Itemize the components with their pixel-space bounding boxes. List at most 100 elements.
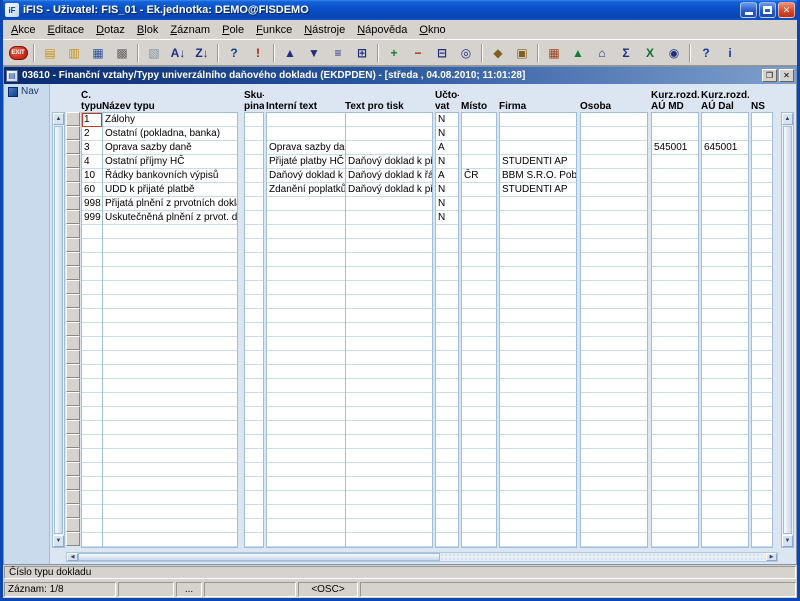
cell-skupina[interactable] [245,197,263,211]
cell-uctovat[interactable] [436,505,458,519]
cell-ns[interactable] [752,211,772,225]
cell-misto[interactable] [462,407,496,421]
cell-misto[interactable] [462,197,496,211]
cell-kurz_dal[interactable] [702,435,748,449]
cell-osoba[interactable] [581,435,647,449]
cell-firma[interactable] [500,323,576,337]
record-scroll-thumb[interactable] [54,126,63,534]
cell-osoba[interactable] [581,365,647,379]
cell-tisk[interactable] [346,281,432,295]
cell-typ[interactable]: 998 [82,197,102,211]
cell-misto[interactable] [462,533,496,547]
cell-uctovat[interactable] [436,379,458,393]
cell-kurz_dal[interactable] [702,225,748,239]
cell-skupina[interactable] [245,295,263,309]
cell-tisk[interactable]: Daňový doklad k přijatý [346,183,432,197]
cell-uctovat[interactable] [436,449,458,463]
cell-firma[interactable] [500,463,576,477]
cell-ns[interactable] [752,519,772,533]
record-selector[interactable] [66,266,80,280]
cell-skupina[interactable] [245,127,263,141]
cell-kurz_dal[interactable] [702,463,748,477]
cell-tisk[interactable] [346,407,432,421]
cell-kurz_dal[interactable] [702,197,748,211]
cell-uctovat[interactable] [436,253,458,267]
cell-nazev[interactable] [103,323,237,337]
record-selector[interactable] [66,196,80,210]
cell-tisk[interactable] [346,533,432,547]
cell-misto[interactable]: ČR [462,169,496,183]
cell-misto[interactable] [462,393,496,407]
record-selector[interactable] [66,224,80,238]
cell-uctovat[interactable] [436,533,458,547]
record-selector[interactable] [66,322,80,336]
cell-uctovat[interactable] [436,225,458,239]
cell-skupina[interactable] [245,491,263,505]
cell-ns[interactable] [752,533,772,547]
insert-record-button[interactable]: + [383,42,405,64]
cell-kurz_dal[interactable] [702,295,748,309]
cell-nazev[interactable] [103,239,237,253]
cell-tisk[interactable] [346,323,432,337]
hscroll-track[interactable] [440,553,766,561]
cell-firma[interactable]: STUDENTI AP [500,155,576,169]
cell-uctovat[interactable]: N [436,197,458,211]
cell-misto[interactable] [462,323,496,337]
cell-skupina[interactable] [245,393,263,407]
cell-ns[interactable] [752,281,772,295]
scroll-down-button[interactable]: ▼ [782,535,793,547]
form-close-button[interactable]: ✕ [779,69,794,82]
record-selector[interactable] [66,154,80,168]
menu-funkce[interactable]: Funkce [250,22,298,38]
preview-button[interactable]: ◉ [663,42,685,64]
cell-kurz_md[interactable] [652,519,698,533]
cell-kurz_dal[interactable] [702,491,748,505]
cell-skupina[interactable] [245,533,263,547]
menu-dotaz[interactable]: Dotaz [90,22,131,38]
cell-nazev[interactable] [103,491,237,505]
cell-nazev[interactable]: Ostatní (pokladna, banka) [103,127,237,141]
cell-typ[interactable] [82,407,102,421]
record-selector[interactable] [66,518,80,532]
cell-interni[interactable] [267,239,345,253]
cell-uctovat[interactable] [436,239,458,253]
cell-osoba[interactable] [581,407,647,421]
cell-firma[interactable] [500,393,576,407]
cell-skupina[interactable] [245,449,263,463]
cell-firma[interactable] [500,477,576,491]
grid-view-button[interactable]: ⊞ [351,42,373,64]
cell-kurz_dal[interactable] [702,393,748,407]
cell-interni[interactable] [267,351,345,365]
cell-misto[interactable] [462,337,496,351]
cell-uctovat[interactable] [436,267,458,281]
cell-osoba[interactable] [581,295,647,309]
cell-tisk[interactable] [346,141,432,155]
cell-firma[interactable] [500,421,576,435]
cell-firma[interactable]: BBM S.R.O. Pobočk [500,169,576,183]
cell-firma[interactable] [500,281,576,295]
cell-firma[interactable] [500,435,576,449]
cell-nazev[interactable] [103,449,237,463]
cell-interni[interactable] [267,393,345,407]
maximize-button[interactable] [759,2,776,18]
cell-tisk[interactable] [346,253,432,267]
record-selector[interactable] [66,504,80,518]
cell-skupina[interactable] [245,267,263,281]
cell-interni[interactable] [267,533,345,547]
cell-misto[interactable] [462,421,496,435]
cell-misto[interactable] [462,211,496,225]
cell-kurz_md[interactable] [652,379,698,393]
menu-zaznam[interactable]: Záznam [164,22,216,38]
cell-typ[interactable]: 1 [82,113,102,127]
cell-interni[interactable] [267,491,345,505]
cell-ns[interactable] [752,141,772,155]
cell-kurz_dal[interactable] [702,253,748,267]
sum-button[interactable]: Σ [615,42,637,64]
vertical-scroll-thumb[interactable] [783,126,792,534]
cell-kurz_md[interactable] [652,533,698,547]
cell-kurz_md[interactable] [652,505,698,519]
cell-misto[interactable] [462,309,496,323]
window-titlebar[interactable]: iF iFIS - Uživatel: FIS_01 - Ek.jednotka… [3,0,797,20]
cell-skupina[interactable] [245,113,263,127]
cell-uctovat[interactable]: A [436,169,458,183]
